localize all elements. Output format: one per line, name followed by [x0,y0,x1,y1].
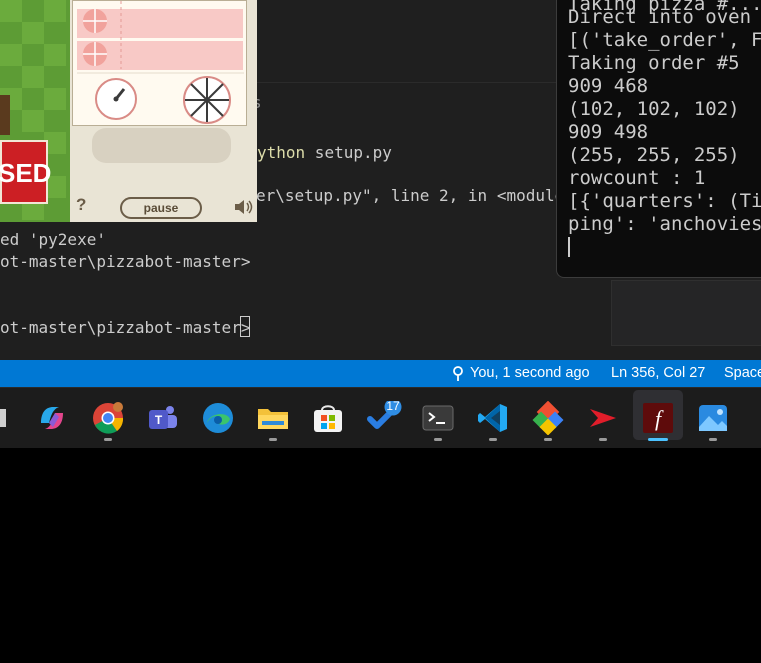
console-line: [{'quarters': (Ti [568,190,761,212]
sign-text: SED [0,158,52,188]
terminal-traceback: er\setup.py", line 2, in <module> [256,186,574,205]
chrome-icon[interactable] [91,401,125,435]
cursor-position-status[interactable]: Ln 356, Col 27 [611,365,705,381]
taskbar: T 17 f [0,387,761,448]
side-panel [611,280,761,346]
vscode-icon[interactable] [476,401,510,435]
photos-icon[interactable] [696,401,730,435]
explorer-running-indicator [269,438,277,441]
terminal-command-args: setup.py [305,143,392,162]
pause-button[interactable]: pause [120,197,202,219]
pizza-game-window[interactable]: SED ? pause [0,0,257,222]
status-bar: You, 1 second ago Ln 356, Col 27 Space [0,360,761,387]
terminal-cursor [240,316,250,337]
speaker-icon[interactable] [233,198,255,220]
file-explorer-icon[interactable] [256,401,290,435]
console-line: rowcount : 1 [568,167,706,189]
console-line: (102, 102, 102) [568,98,740,120]
vscode-running-indicator [489,438,497,441]
console-line: Direct into oven [568,6,752,28]
terminal-icon[interactable] [421,401,455,435]
git-client-running-indicator [544,438,552,441]
console-line: ping': 'anchovies [568,213,761,235]
console-line: 909 468 [568,75,649,97]
console-window[interactable]: Taking pizza #... Direct into oven [('ta… [556,0,761,278]
closed-sign: SED [0,140,52,204]
terminal-error: ed 'py2exe' [0,230,106,249]
chrome-running-indicator [104,438,112,441]
terminal-prompt-active[interactable]: ot-master\pizzabot-master> [0,318,250,338]
todo-check-icon[interactable]: 17 [367,398,402,435]
git-client-icon[interactable] [531,400,565,436]
terminal-command-line: ython setup.py [257,143,392,163]
flash-active-indicator [648,438,668,441]
git-blame-status[interactable]: You, 1 second ago [470,365,590,381]
copilot-icon[interactable] [35,401,69,435]
slice-cut-icon [183,76,231,124]
order-ticket [72,0,247,126]
media-app-icon[interactable] [586,401,620,435]
edge-icon[interactable] [201,401,235,435]
help-button[interactable]: ? [76,195,86,215]
terminal-prompt: ot-master\pizzabot-master> [0,252,251,271]
terminal-command-highlight: ython [257,143,306,162]
console-cursor [568,237,570,257]
teams-icon[interactable]: T [146,401,180,435]
console-line: [('take_order', F [568,29,761,51]
svg-text:T: T [155,413,163,427]
photos-running-indicator [709,438,717,441]
git-commit-icon[interactable] [451,364,465,386]
media-app-running-indicator [599,438,607,441]
terminal-running-indicator [434,438,442,441]
console-line: Taking order #5 [568,52,740,74]
console-line: (255, 255, 255) [568,144,740,166]
indentation-status[interactable]: Space [724,365,761,381]
folder-icon[interactable] [0,401,26,435]
cook-time-gauge-icon [95,78,137,120]
console-line: 909 498 [568,121,649,143]
microsoft-store-icon[interactable] [311,401,345,435]
ticket-slot [92,128,231,163]
flash-player-icon[interactable]: f [641,401,675,435]
pause-label: pause [143,201,179,215]
notification-badge: 17 [386,399,400,413]
